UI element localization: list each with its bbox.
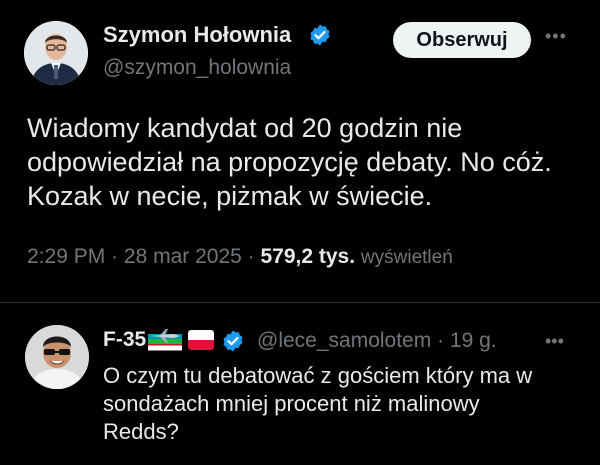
meta-separator: ·	[247, 245, 261, 268]
poland-flag-icon	[188, 330, 214, 350]
main-tweet: Szymon Hołownia @szymon_holownia Obserwu…	[0, 0, 600, 300]
reply-handle[interactable]: @lece_samolotem	[257, 329, 431, 352]
author-name[interactable]: Szymon Hołownia	[103, 22, 291, 48]
reply-tweet[interactable]: F-35 @lece_samolotem · 19 g. ••• O czym …	[0, 303, 600, 465]
jet-flag-icon	[148, 329, 182, 351]
reply-avatar[interactable]	[25, 325, 89, 389]
views-label: wyświetleń	[360, 247, 453, 268]
author-handle[interactable]: @szymon_holownia	[103, 56, 291, 80]
reply-meta: @lece_samolotem · 19 g.	[257, 329, 497, 353]
tweet-text-line: Kozak w necie, piżmak w świecie.	[27, 181, 433, 211]
tweet-meta: 2:29 PM · 28 mar 2025 · 579,2 tys. wyświ…	[27, 245, 453, 269]
tweet-date[interactable]: 28 mar 2025	[124, 245, 242, 268]
verified-badge-icon	[310, 24, 330, 46]
tweet-text-line: Wiadomy kandydat od 20 godzin nie	[27, 113, 463, 143]
tweet-text-line: odpowiedział na propozycję debaty. No có…	[27, 147, 552, 177]
reply-age[interactable]: 19 g.	[450, 329, 497, 352]
reply-text-line: sondażach mniej procent niż malinowy	[103, 391, 480, 416]
meta-separator: ·	[111, 245, 124, 268]
views-count: 579,2 tys.	[260, 245, 356, 268]
reply-text-line: O czym tu debatować z gościem który ma w	[103, 363, 533, 388]
verified-badge-icon	[223, 330, 243, 352]
follow-button[interactable]: Obserwuj	[393, 22, 531, 58]
author-avatar[interactable]	[24, 21, 88, 85]
reply-text: O czym tu debatować z gościem który ma w…	[103, 362, 583, 446]
tweet-text: Wiadomy kandydat od 20 godzin nie odpowi…	[27, 111, 587, 213]
more-dots-icon[interactable]: •••	[545, 331, 564, 351]
reply-author-name[interactable]: F-35	[103, 328, 146, 352]
meta-separator: ·	[437, 329, 450, 352]
tweet-time[interactable]: 2:29 PM	[27, 245, 105, 268]
more-dots-icon[interactable]: •••	[545, 26, 575, 46]
reply-text-line: Redds?	[103, 419, 179, 444]
